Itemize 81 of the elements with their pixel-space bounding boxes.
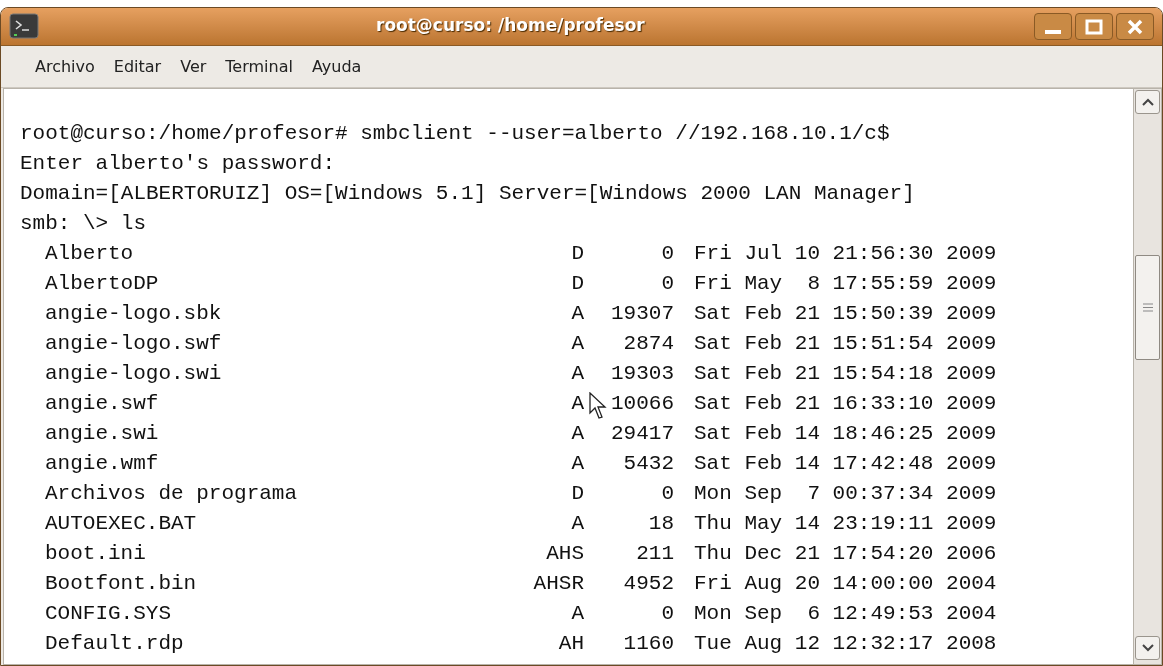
file-date: Sat Feb 21 16:33:10 2009 (694, 391, 997, 417)
terminal-line: root@curso:/home/profesor# smbclient --user=alberto //192.168.10.1/c$ (20, 121, 890, 147)
file-name: angie.swf (45, 391, 159, 417)
file-size: 19303 (611, 361, 674, 387)
file-date: Sat Feb 21 15:54:18 2009 (694, 361, 997, 387)
file-date: Tue Aug 12 12:32:17 2008 (694, 631, 997, 657)
file-name: angie-logo.swi (45, 361, 222, 387)
mouse-pointer-icon (589, 392, 607, 420)
file-attributes: D (571, 481, 584, 507)
menu-item[interactable]: Terminal (219, 52, 299, 81)
terminal-line: Enter alberto's password: (20, 151, 336, 177)
file-attributes: A (571, 421, 584, 447)
file-attributes: A (571, 331, 584, 357)
file-attributes: AH (558, 631, 584, 657)
file-name: angie.swi (45, 421, 159, 447)
chevron-up-icon (1141, 98, 1154, 106)
file-size: 29417 (611, 421, 674, 447)
scroll-up-button[interactable] (1135, 90, 1160, 114)
file-date: Sat Feb 14 18:46:25 2009 (694, 421, 997, 447)
menu-item[interactable]: Editar (107, 52, 168, 81)
file-size: 5432 (623, 451, 674, 477)
file-size: 0 (661, 601, 674, 627)
maximize-button[interactable] (1075, 13, 1113, 40)
file-date: Sat Feb 14 17:42:48 2009 (694, 451, 997, 477)
file-date: Thu Dec 21 17:54:20 2006 (694, 541, 997, 567)
file-date: Thu May 14 23:19:11 2009 (694, 511, 997, 537)
file-date: Fri Jul 10 21:56:30 2009 (694, 241, 997, 267)
file-attributes: AHSR (533, 571, 584, 597)
file-name: Bootfont.bin (45, 571, 197, 597)
grip-icon (1142, 303, 1153, 312)
file-attributes: D (571, 271, 584, 297)
file-name: Archivos de programa (45, 481, 298, 507)
file-name: CONFIG.SYS (45, 601, 172, 627)
file-attributes: A (571, 361, 584, 387)
file-date: Fri May 8 17:55:59 2009 (694, 271, 997, 297)
window-title: root@curso: /home/profesor (376, 14, 645, 37)
file-name: Default.rdp (45, 631, 184, 657)
maximize-icon (1085, 18, 1103, 35)
file-size: 0 (661, 481, 674, 507)
file-name: AlbertoDP (45, 271, 159, 297)
file-name: Alberto (45, 241, 134, 267)
file-date: Fri Aug 20 14:00:00 2004 (694, 571, 997, 597)
file-size: 211 (636, 541, 674, 567)
terminal-line: smb: \> ls (20, 211, 147, 237)
file-name: angie-logo.sbk (45, 301, 222, 327)
chevron-down-icon (1141, 644, 1154, 652)
scrollbar-thumb[interactable] (1135, 255, 1160, 360)
file-attributes: A (571, 511, 584, 537)
file-date: Sat Feb 21 15:51:54 2009 (694, 331, 997, 357)
file-attributes: A (571, 451, 584, 477)
file-name: AUTOEXEC.BAT (45, 511, 197, 537)
file-attributes: D (571, 241, 584, 267)
file-name: angie-logo.swf (45, 331, 222, 357)
file-date: Mon Sep 7 00:37:34 2009 (694, 481, 997, 507)
file-attributes: A (571, 601, 584, 627)
file-name: boot.ini (45, 541, 146, 567)
terminal-icon[interactable] (9, 12, 39, 41)
menu-item[interactable]: Ayuda (305, 52, 368, 81)
close-button[interactable] (1116, 13, 1154, 40)
file-size: 0 (661, 271, 674, 297)
file-size: 10066 (611, 391, 674, 417)
menu-item[interactable]: Archivo (29, 52, 101, 81)
file-attributes: A (571, 391, 584, 417)
file-attributes: AHS (546, 541, 584, 567)
file-size: 0 (661, 241, 674, 267)
minimize-button[interactable] (1034, 13, 1072, 40)
close-icon (1127, 18, 1143, 35)
scrollbar[interactable] (1133, 89, 1161, 664)
file-size: 18 (648, 511, 674, 537)
minimize-icon (1045, 29, 1061, 34)
file-size: 19307 (611, 301, 674, 327)
file-attributes: A (571, 301, 584, 327)
file-date: Mon Sep 6 12:49:53 2004 (694, 601, 997, 627)
scroll-down-button[interactable] (1135, 636, 1160, 660)
file-date: Sat Feb 21 15:50:39 2009 (694, 301, 997, 327)
file-name: angie.wmf (45, 451, 159, 477)
file-size: 4952 (623, 571, 674, 597)
file-size: 1160 (623, 631, 674, 657)
menu-item[interactable]: Ver (174, 52, 213, 81)
terminal-line: Domain=[ALBERTORUIZ] OS=[Windows 5.1] Server=[Windows 2000 LAN Manager] (20, 181, 915, 207)
file-size: 2874 (623, 331, 674, 357)
